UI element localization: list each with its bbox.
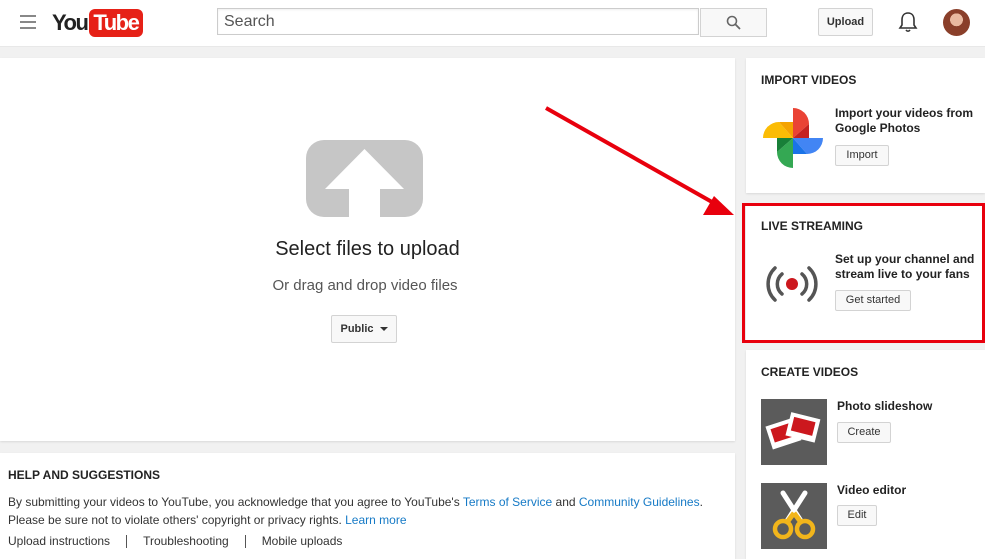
search-input[interactable] xyxy=(218,9,698,34)
logo-you-text: You xyxy=(52,10,89,35)
create-videos-title: CREATE VIDEOS xyxy=(761,365,859,379)
hamburger-menu-icon[interactable] xyxy=(20,15,36,29)
community-guidelines-link[interactable]: Community Guidelines xyxy=(579,495,700,509)
search-box[interactable] xyxy=(217,8,699,35)
import-button[interactable]: Import xyxy=(835,145,889,166)
search-button[interactable] xyxy=(700,8,767,37)
live-streaming-highlight-box xyxy=(742,203,985,343)
google-photos-icon xyxy=(763,108,823,168)
help-title: HELP AND SUGGESTIONS xyxy=(8,468,161,482)
mobile-uploads-link[interactable]: Mobile uploads xyxy=(262,534,343,548)
import-videos-card: IMPORT VIDEOS Import your videos from Go… xyxy=(746,58,985,193)
help-text: By submitting your videos to YouTube, yo… xyxy=(8,493,728,529)
video-editor-thumbnail[interactable] xyxy=(761,483,827,549)
import-videos-text: Import your videos from Google Photos xyxy=(835,106,974,135)
upload-title: Select files to upload xyxy=(275,238,460,260)
troubleshooting-link[interactable]: Troubleshooting xyxy=(143,534,229,548)
edit-video-button[interactable]: Edit xyxy=(837,505,877,526)
notifications-bell-icon[interactable] xyxy=(898,11,918,33)
import-videos-title: IMPORT VIDEOS xyxy=(761,73,857,87)
divider xyxy=(126,535,128,548)
scissors-icon xyxy=(772,490,816,540)
help-line1-prefix: By submitting your videos to YouTube, yo… xyxy=(8,495,463,509)
create-videos-card: CREATE VIDEOS Photo slideshow Create Vid… xyxy=(746,350,985,559)
video-editor-label: Video editor xyxy=(837,483,907,497)
account-avatar[interactable] xyxy=(943,9,970,36)
privacy-dropdown-label: Public xyxy=(340,323,374,335)
terms-of-service-link[interactable]: Terms of Service xyxy=(463,495,552,509)
logo-tube-text: Tube xyxy=(89,9,144,37)
photo-slideshow-thumbnail[interactable] xyxy=(761,399,827,465)
learn-more-link[interactable]: Learn more xyxy=(345,513,406,527)
create-slideshow-button[interactable]: Create xyxy=(837,422,891,443)
caret-down-icon xyxy=(379,327,388,331)
upload-panel[interactable]: Select files to upload Or drag and drop … xyxy=(0,58,735,441)
search-icon xyxy=(726,15,741,30)
upload-arrow-icon[interactable] xyxy=(306,140,423,217)
help-and-text: and xyxy=(552,495,579,509)
divider xyxy=(244,535,246,548)
help-panel: HELP AND SUGGESTIONS By submitting your … xyxy=(0,453,735,559)
photo-slideshow-icon xyxy=(765,412,821,450)
youtube-logo[interactable]: You Tube xyxy=(52,9,144,37)
help-links: Upload instructions Troubleshooting Mobi… xyxy=(8,534,342,548)
privacy-dropdown[interactable]: Public xyxy=(331,315,397,343)
upload-button[interactable]: Upload xyxy=(818,8,873,36)
help-line2-prefix: Please be sure not to violate others' co… xyxy=(8,513,346,527)
photo-slideshow-label: Photo slideshow xyxy=(837,399,933,413)
help-line1-suffix: . xyxy=(699,495,703,509)
upload-instructions-link[interactable]: Upload instructions xyxy=(8,534,110,548)
top-header: You Tube Upload xyxy=(0,0,985,47)
upload-subtitle: Or drag and drop video files xyxy=(272,277,458,294)
